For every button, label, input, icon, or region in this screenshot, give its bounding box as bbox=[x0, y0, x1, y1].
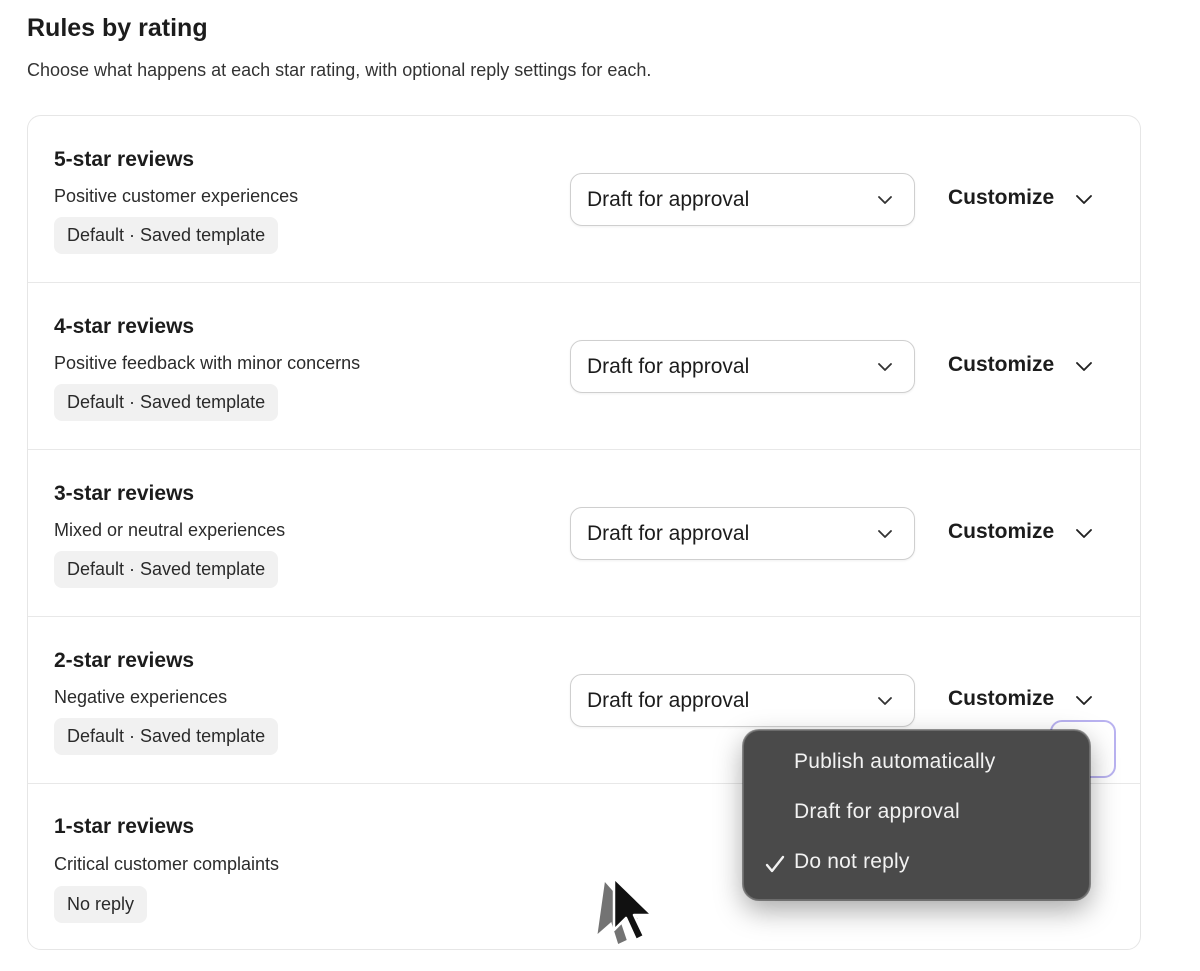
customize-label: Customize bbox=[948, 520, 1055, 543]
rule-title: 5-star reviews bbox=[54, 148, 195, 171]
select-value: Draft for approval bbox=[587, 188, 750, 211]
customize-button[interactable]: Customize bbox=[948, 186, 1092, 216]
action-select[interactable]: Draft for approval bbox=[570, 507, 915, 560]
select-value: Draft for approval bbox=[587, 355, 750, 378]
action-select[interactable]: Draft for approval bbox=[570, 340, 915, 393]
rule-badge: Default · Saved template bbox=[54, 384, 279, 421]
rule-badge: No reply bbox=[54, 886, 148, 923]
menu-item-do-not-reply[interactable]: Do not reply bbox=[794, 850, 910, 874]
rule-row-3-star: 3-star reviews Mixed or neutral experien… bbox=[28, 450, 1140, 617]
rule-row-5-star: 5-star reviews Positive customer experie… bbox=[28, 116, 1140, 283]
customize-label: Customize bbox=[948, 687, 1055, 710]
chevron-down-icon bbox=[878, 697, 892, 705]
action-dropdown-menu: Publish automatically Draft for approval… bbox=[743, 730, 1090, 900]
action-select[interactable]: Draft for approval bbox=[570, 674, 915, 727]
rule-description: Positive customer experiences bbox=[54, 186, 299, 206]
select-value: Draft for approval bbox=[587, 522, 750, 545]
checkmark-icon bbox=[765, 855, 785, 873]
action-select[interactable]: Draft for approval bbox=[570, 173, 915, 226]
chevron-down-icon bbox=[1076, 195, 1092, 204]
rule-row-4-star: 4-star reviews Positive feedback with mi… bbox=[28, 283, 1140, 450]
rule-badge: Default · Saved template bbox=[54, 551, 279, 588]
rule-description: Positive feedback with minor concerns bbox=[54, 353, 361, 373]
chevron-down-icon bbox=[1076, 696, 1092, 705]
page-subtitle: Choose what happens at each star rating,… bbox=[27, 60, 652, 80]
rule-description: Negative experiences bbox=[54, 687, 228, 707]
customize-button[interactable]: Customize bbox=[948, 687, 1092, 717]
rule-badge: Default · Saved template bbox=[54, 718, 279, 755]
chevron-down-icon bbox=[878, 196, 892, 204]
rule-title: 1-star reviews bbox=[54, 815, 195, 838]
customize-button[interactable]: Customize bbox=[948, 520, 1092, 550]
select-value: Draft for approval bbox=[587, 689, 750, 712]
mouse-pointer-icon bbox=[597, 876, 654, 944]
menu-item-publish-automatically[interactable]: Publish automatically bbox=[794, 750, 995, 774]
chevron-down-icon bbox=[1076, 529, 1092, 538]
chevron-down-icon bbox=[878, 363, 892, 371]
customize-label: Customize bbox=[948, 353, 1055, 376]
menu-item-draft-for-approval[interactable]: Draft for approval bbox=[794, 800, 960, 824]
chevron-down-icon bbox=[878, 530, 892, 538]
rule-title: 2-star reviews bbox=[54, 649, 195, 672]
customize-button[interactable]: Customize bbox=[948, 353, 1092, 383]
customize-label: Customize bbox=[948, 186, 1055, 209]
rule-description: Mixed or neutral experiences bbox=[54, 520, 286, 540]
rule-badge: Default · Saved template bbox=[54, 217, 279, 254]
page-title: Rules by rating bbox=[27, 14, 208, 42]
rule-title: 3-star reviews bbox=[54, 482, 195, 505]
chevron-down-icon bbox=[1076, 362, 1092, 371]
rule-title: 4-star reviews bbox=[54, 315, 195, 338]
rule-description: Critical customer complaints bbox=[54, 854, 280, 874]
